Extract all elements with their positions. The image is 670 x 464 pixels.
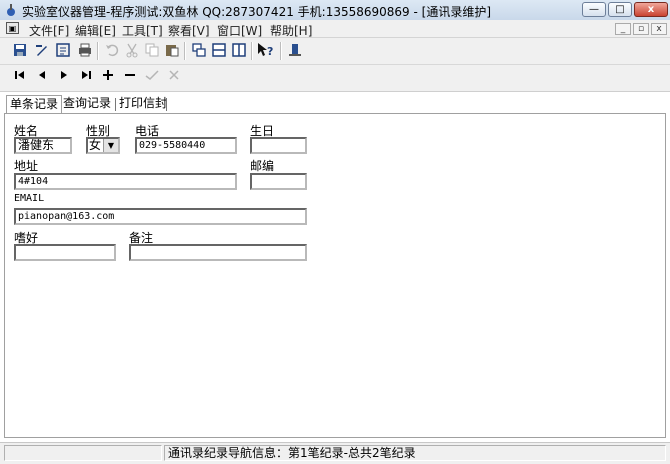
exit-icon[interactable] xyxy=(286,42,304,60)
toolbar-separator xyxy=(97,42,99,60)
record-navigator xyxy=(0,65,670,92)
email-label: EMAIL xyxy=(14,193,45,204)
zip-field[interactable] xyxy=(250,173,307,190)
undo-icon[interactable] xyxy=(103,42,121,60)
cancel-edit-icon[interactable] xyxy=(165,69,183,87)
status-navigation-info: 通讯录纪录导航信息：第1笔纪录-总共2笔纪录 xyxy=(164,445,666,461)
print-preview-icon[interactable] xyxy=(76,42,94,60)
gender-value: 女 xyxy=(89,138,102,152)
menu-bar: ▣ 文件[F] 编辑[E] 工具[T] 察看[V] 窗口[W] 帮助[H] xyxy=(0,20,670,38)
tab-strip: 单条记录 查询记录 打印信封 xyxy=(4,95,666,114)
prev-record-icon[interactable] xyxy=(33,69,51,87)
maximize-button[interactable]: □ xyxy=(608,2,632,17)
hobby-field[interactable] xyxy=(14,244,116,261)
app-icon xyxy=(7,4,15,16)
title-bar: 实验室仪器管理-程序测试:双鱼林 QQ:287307421 手机:1355869… xyxy=(0,0,670,21)
address-field[interactable]: 4#104 xyxy=(14,173,237,190)
toolbar-separator xyxy=(251,42,253,60)
context-help-icon[interactable]: ? xyxy=(257,42,275,60)
svg-text:?: ? xyxy=(267,45,273,58)
name-field[interactable]: 潘健东 xyxy=(14,137,72,154)
toolbar-separator xyxy=(184,42,186,60)
menu-help[interactable]: 帮助[H] xyxy=(270,22,312,39)
paste-icon[interactable] xyxy=(163,42,181,60)
address-label: 地址 xyxy=(14,159,39,173)
close-button[interactable]: x xyxy=(634,2,668,17)
tab-single-record[interactable]: 单条记录 xyxy=(6,95,63,114)
mdi-close-button[interactable]: x xyxy=(651,23,667,35)
birthday-field[interactable] xyxy=(250,137,307,154)
edit-icon[interactable] xyxy=(33,42,51,60)
tab-print-envelope[interactable]: 打印信封 xyxy=(116,95,170,113)
next-record-icon[interactable] xyxy=(55,69,73,87)
mdi-minimize-button[interactable]: _ xyxy=(615,23,631,35)
tile-horizontal-icon[interactable] xyxy=(210,42,228,60)
email-field[interactable]: pianopan@163.com xyxy=(14,208,307,225)
window-title: 实验室仪器管理-程序测试:双鱼林 QQ:287307421 手机:1355869… xyxy=(22,5,491,19)
phone-field[interactable]: 029-5580440 xyxy=(135,137,237,154)
zip-label: 邮编 xyxy=(250,159,275,173)
menu-file[interactable]: 文件[F] xyxy=(29,22,69,39)
cascade-windows-icon[interactable] xyxy=(190,42,208,60)
menu-view[interactable]: 察看[V] xyxy=(168,22,210,39)
menu-window[interactable]: 窗口[W] xyxy=(217,22,262,39)
delete-record-icon[interactable] xyxy=(121,69,139,87)
note-field[interactable] xyxy=(129,244,307,261)
tab-query-records[interactable]: 查询记录 xyxy=(60,95,114,113)
properties-icon[interactable] xyxy=(54,42,72,60)
menu-edit[interactable]: 编辑[E] xyxy=(75,22,116,39)
status-pane-left xyxy=(4,445,162,461)
chevron-down-icon[interactable]: ▼ xyxy=(103,139,118,152)
cut-icon[interactable] xyxy=(123,42,141,60)
post-edit-icon[interactable] xyxy=(143,69,161,87)
mdi-document-icon[interactable]: ▣ xyxy=(6,22,19,34)
record-panel xyxy=(4,113,666,438)
first-record-icon[interactable] xyxy=(11,69,29,87)
menu-tools[interactable]: 工具[T] xyxy=(122,22,163,39)
copy-icon[interactable] xyxy=(143,42,161,60)
minimize-button[interactable]: — xyxy=(582,2,606,17)
tab-divider xyxy=(166,98,167,111)
status-bar: 通讯录纪录导航信息：第1笔纪录-总共2笔纪录 xyxy=(0,442,670,464)
main-toolbar: ? xyxy=(0,38,670,65)
save-icon[interactable] xyxy=(11,42,29,60)
gender-select[interactable]: 女 ▼ xyxy=(86,137,120,154)
last-record-icon[interactable] xyxy=(77,69,95,87)
add-record-icon[interactable] xyxy=(99,69,117,87)
mdi-restore-button[interactable]: ▫ xyxy=(633,23,649,35)
tile-vertical-icon[interactable] xyxy=(230,42,248,60)
toolbar-separator xyxy=(280,42,282,60)
